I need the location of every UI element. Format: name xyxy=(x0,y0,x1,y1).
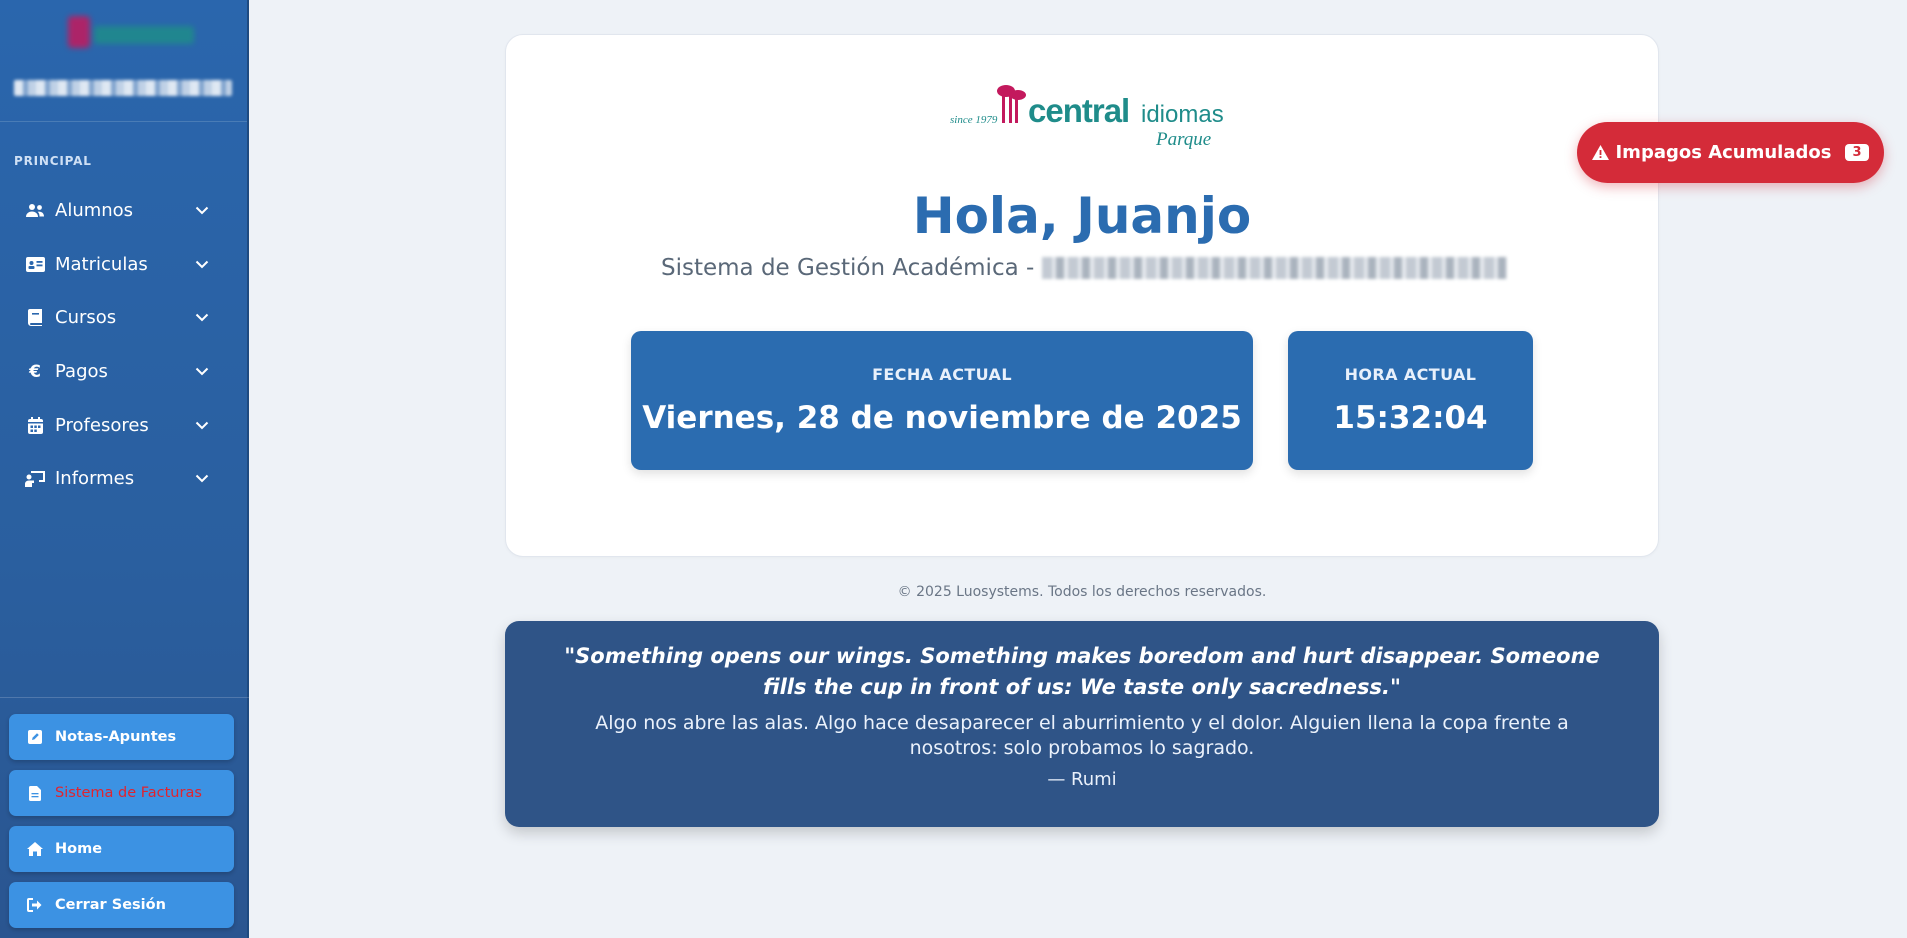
sidebar-brand xyxy=(0,0,247,122)
quote-author: — Rumi xyxy=(1047,769,1117,790)
current-date-box: FECHA ACTUAL Viernes, 28 de noviembre de… xyxy=(631,331,1253,470)
date-value: Viernes, 28 de noviembre de 2025 xyxy=(642,400,1242,436)
sidebar-item-label: Profesores xyxy=(55,414,149,436)
chevron-down-icon xyxy=(195,257,209,271)
book-icon xyxy=(24,309,46,327)
quote-card: "Something opens our wings. Something ma… xyxy=(505,621,1659,827)
subtitle: Sistema de Gestión Académica - xyxy=(661,255,1508,281)
sidebar-item-profesores[interactable]: Profesores xyxy=(0,398,249,452)
sidebar-item-label: Cursos xyxy=(55,307,117,329)
chevron-down-icon xyxy=(195,311,209,325)
pen-square-icon xyxy=(27,729,43,745)
button-label: Sistema de Facturas xyxy=(55,785,202,801)
sidebar: PRINCIPAL Alumnos Matriculas Cursos € Pa… xyxy=(0,0,249,938)
chevron-down-icon xyxy=(195,204,209,218)
sistema-facturas-button[interactable]: Sistema de Facturas xyxy=(9,770,234,816)
chevron-down-icon xyxy=(195,472,209,486)
chevron-down-icon xyxy=(195,418,209,432)
sidebar-nav: Alumnos Matriculas Cursos € Pagos Profes… xyxy=(0,184,249,506)
greeting-title: Hola, Juanjo xyxy=(912,187,1252,245)
current-time-box: HORA ACTUAL 15:32:04 xyxy=(1288,331,1533,470)
impagos-alert-button[interactable]: Impagos Acumulados 3 xyxy=(1577,122,1884,183)
button-label: Notas-Apuntes xyxy=(55,729,177,745)
alert-label: Impagos Acumulados xyxy=(1615,142,1832,163)
sidebar-divider xyxy=(0,697,249,698)
sidebar-item-label: Alumnos xyxy=(55,200,134,222)
home-button[interactable]: Home xyxy=(9,826,234,872)
sidebar-item-label: Pagos xyxy=(55,361,108,383)
sidebar-item-informes[interactable]: Informes xyxy=(0,452,249,506)
button-label: Home xyxy=(55,841,103,857)
sidebar-item-label: Informes xyxy=(55,468,135,490)
redacted-school-name xyxy=(1042,257,1508,279)
home-icon xyxy=(27,841,43,857)
sign-out-icon xyxy=(27,897,43,913)
logo-central: central xyxy=(1028,92,1129,129)
subtitle-text: Sistema de Gestión Académica - xyxy=(661,255,1035,281)
logo-since: since 1979 xyxy=(950,114,998,126)
sidebar-item-alumnos[interactable]: Alumnos xyxy=(0,184,249,238)
warning-icon xyxy=(1592,145,1610,160)
logo-idiomas: idiomas xyxy=(1141,101,1224,128)
sidebar-item-cursos[interactable]: Cursos xyxy=(0,291,249,345)
time-value: 15:32:04 xyxy=(1333,400,1488,436)
alert-count-badge: 3 xyxy=(1845,144,1869,161)
calendar-icon xyxy=(24,416,46,434)
quote-english: "Something opens our wings. Something ma… xyxy=(564,644,1600,699)
date-caption: FECHA ACTUAL xyxy=(872,365,1012,384)
file-icon xyxy=(27,785,43,801)
central-idiomas-logo: since 1979 central idiomas Parque xyxy=(950,85,1224,150)
user-info-redacted xyxy=(14,80,232,96)
sidebar-bottom-buttons: Notas-Apuntes Sistema de Facturas Home C… xyxy=(9,714,234,938)
notas-apuntes-button[interactable]: Notas-Apuntes xyxy=(9,714,234,760)
sidebar-logo[interactable] xyxy=(62,14,202,54)
logo-parque: Parque xyxy=(1155,129,1211,150)
sidebar-item-matriculas[interactable]: Matriculas xyxy=(0,238,249,292)
quote-spanish: Algo nos abre las alas. Algo hace desapa… xyxy=(595,712,1569,759)
sidebar-item-pagos[interactable]: € Pagos xyxy=(0,345,249,399)
euro-icon: € xyxy=(29,361,41,382)
users-icon xyxy=(24,202,46,220)
footer-copyright: © 2025 Luosystems. Todos los derechos re… xyxy=(897,584,1267,600)
chalkboard-user-icon xyxy=(24,470,46,488)
time-caption: HORA ACTUAL xyxy=(1344,365,1477,384)
cerrar-sesion-button[interactable]: Cerrar Sesión xyxy=(9,882,234,928)
section-label-principal: PRINCIPAL xyxy=(14,154,92,168)
sidebar-item-label: Matriculas xyxy=(55,253,148,275)
welcome-card: since 1979 central idiomas Parque Hola, … xyxy=(505,34,1659,557)
button-label: Cerrar Sesión xyxy=(55,897,166,913)
id-card-icon xyxy=(24,255,46,273)
chevron-down-icon xyxy=(195,365,209,379)
